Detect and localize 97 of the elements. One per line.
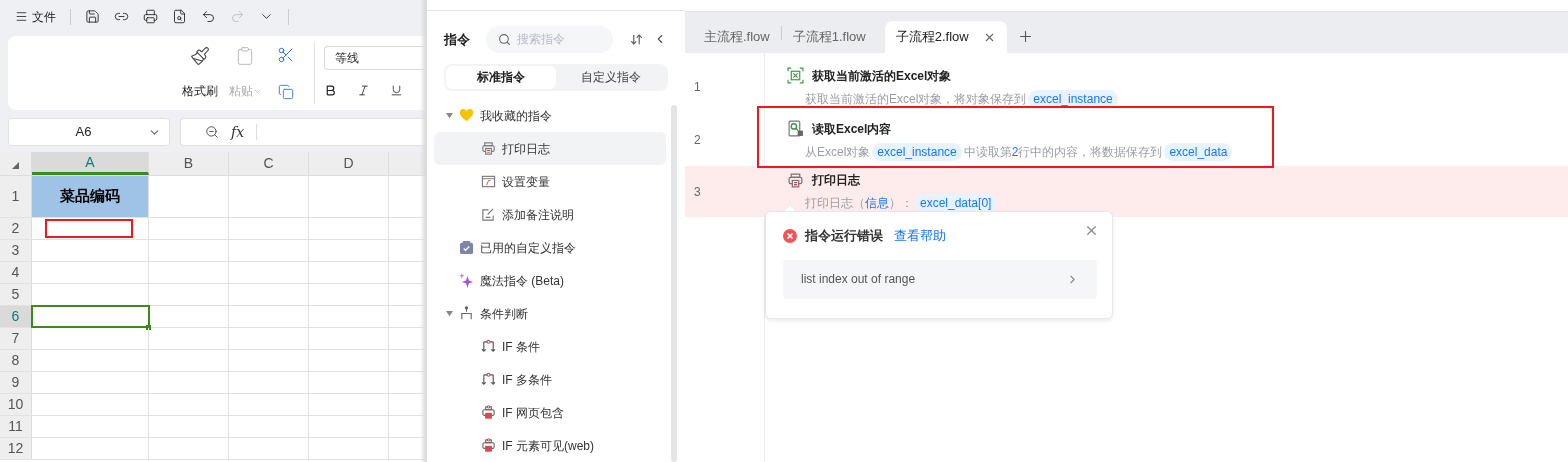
command-item[interactable]: IF 多条件 <box>434 363 666 396</box>
command-item[interactable]: 打印日志 <box>434 132 666 165</box>
row-header[interactable]: 8 <box>0 350 32 371</box>
row-header[interactable]: 5 <box>0 284 32 305</box>
row-header[interactable]: 12 <box>0 438 32 459</box>
format-painter-icon[interactable] <box>190 46 210 66</box>
variable-chip[interactable]: excel_instance <box>872 142 962 161</box>
line-number: 2 <box>694 132 701 149</box>
step-description: ）： <box>889 195 913 212</box>
command-item[interactable]: 我收藏的指令 <box>434 99 666 132</box>
name-box[interactable]: A6 <box>8 118 170 146</box>
branch-arrows-icon <box>481 339 496 354</box>
caret-icon[interactable] <box>446 310 453 317</box>
line-number: 1 <box>694 79 701 96</box>
sparkle-icon <box>459 273 474 288</box>
caret-icon[interactable] <box>446 112 453 119</box>
document-search-icon <box>787 120 804 137</box>
bold-icon[interactable] <box>324 84 337 97</box>
row-header[interactable]: 2 <box>0 218 32 239</box>
command-item[interactable]: 魔法指令 (Beta) <box>434 264 666 297</box>
italic-icon[interactable] <box>357 84 370 97</box>
note-icon <box>481 207 496 222</box>
step-description: 打印日志（ <box>805 195 865 212</box>
step-title: 打印日志 <box>812 172 860 189</box>
command-tab[interactable]: 自定义指令 <box>556 65 666 89</box>
row-header[interactable]: 10 <box>0 394 32 415</box>
file-tab[interactable]: 主流程.flow <box>693 21 781 53</box>
error-message[interactable]: list index out of range <box>783 259 1097 299</box>
fill-handle[interactable] <box>146 325 151 330</box>
command-item[interactable]: IF 元素可见(web) <box>434 429 666 462</box>
menu-icon[interactable] <box>15 10 28 23</box>
sort-icon[interactable] <box>630 32 643 46</box>
undo-icon[interactable] <box>201 9 216 24</box>
branch-icon <box>459 306 474 321</box>
format-painter-label[interactable]: 格式刷 <box>182 82 218 100</box>
table-cell[interactable]: 菜品编码 <box>32 176 149 217</box>
search-icon <box>498 32 511 46</box>
heart-icon <box>459 108 474 123</box>
file-tab[interactable]: 子流程2.flow <box>884 21 1007 53</box>
step-description: 行中的内容，将数据保存到 <box>1018 143 1163 161</box>
column-header[interactable]: A <box>32 152 149 175</box>
excel-icon <box>787 67 804 84</box>
printer-icon <box>481 405 496 420</box>
error-title: 指令运行错误 <box>805 227 883 245</box>
table-cell[interactable] <box>32 306 149 327</box>
copy-icon[interactable] <box>278 84 294 100</box>
print-icon[interactable] <box>143 9 158 24</box>
step-description: 从Excel对象 <box>805 143 871 161</box>
column-header[interactable]: C <box>229 152 309 175</box>
row-header[interactable]: 3 <box>0 240 32 261</box>
flow-step[interactable]: 3 打印日志 打印日志（信息）： excel_data[0] <box>685 166 1568 217</box>
box-check-icon <box>459 240 474 255</box>
command-item[interactable]: IF 网页包含 <box>434 396 666 429</box>
variable-chip[interactable]: excel_data[0] <box>915 194 997 212</box>
printer-icon <box>787 171 804 189</box>
panel-title: 指令 <box>444 30 470 49</box>
step-description: 获取当前激活的Excel对象，将对象保存到 <box>805 90 1027 108</box>
printer-icon <box>481 438 496 453</box>
cut-icon[interactable] <box>277 46 295 64</box>
search-field[interactable]: 搜索指令 <box>486 25 613 53</box>
row-header[interactable]: 11 <box>0 416 32 437</box>
command-item[interactable]: 设置变量 <box>434 165 666 198</box>
file-menu[interactable]: 文件 <box>15 7 56 26</box>
command-item[interactable]: IF 条件 <box>434 330 666 363</box>
row-header[interactable]: 7 <box>0 328 32 349</box>
flow-step[interactable]: 2 读取Excel内容 从Excel对象 excel_instance 中读取第2行中的内容，将数据保存到 excel_data <box>685 114 1568 166</box>
branch-arrows-icon <box>481 372 496 387</box>
formula-bar[interactable]: fx <box>180 118 426 146</box>
row-header[interactable]: 4 <box>0 262 32 283</box>
column-header[interactable]: B <box>149 152 229 175</box>
command-item[interactable]: 条件判断 <box>434 297 666 330</box>
parameter-value: 2 <box>1011 143 1019 161</box>
flow-step[interactable]: 1 获取当前激活的Excel对象 获取当前激活的Excel对象，将对象保存到 excel_instance <box>685 60 1568 114</box>
variable-icon <box>481 174 496 189</box>
printer-icon <box>481 141 496 156</box>
column-header[interactable]: D <box>309 152 389 175</box>
scrollbar[interactable] <box>671 105 677 462</box>
variable-chip[interactable]: excel_instance <box>1028 89 1118 108</box>
parameter-value: 信息 <box>865 195 889 212</box>
line-number: 3 <box>694 183 701 201</box>
row-header[interactable]: 6 <box>0 306 32 327</box>
underline-icon[interactable] <box>390 84 403 97</box>
file-tab[interactable]: 子流程1.flow <box>781 21 877 53</box>
command-item[interactable]: 添加备注说明 <box>434 198 666 231</box>
save-icon[interactable] <box>85 9 100 24</box>
step-description: 中读取第 <box>963 143 1012 161</box>
help-link[interactable]: 查看帮助 <box>894 226 946 246</box>
row-header[interactable]: 9 <box>0 372 32 393</box>
row-header[interactable]: 1 <box>0 176 32 217</box>
variable-chip[interactable]: excel_data <box>1164 142 1233 161</box>
step-title: 获取当前激活的Excel对象 <box>812 67 952 85</box>
print-preview-icon[interactable] <box>172 9 187 24</box>
step-title: 读取Excel内容 <box>812 120 892 138</box>
command-item[interactable]: 已用的自定义指令 <box>434 231 666 264</box>
select-all-icon[interactable] <box>12 162 19 169</box>
error-icon <box>783 228 797 243</box>
command-tab[interactable]: 标准指令 <box>446 65 556 89</box>
